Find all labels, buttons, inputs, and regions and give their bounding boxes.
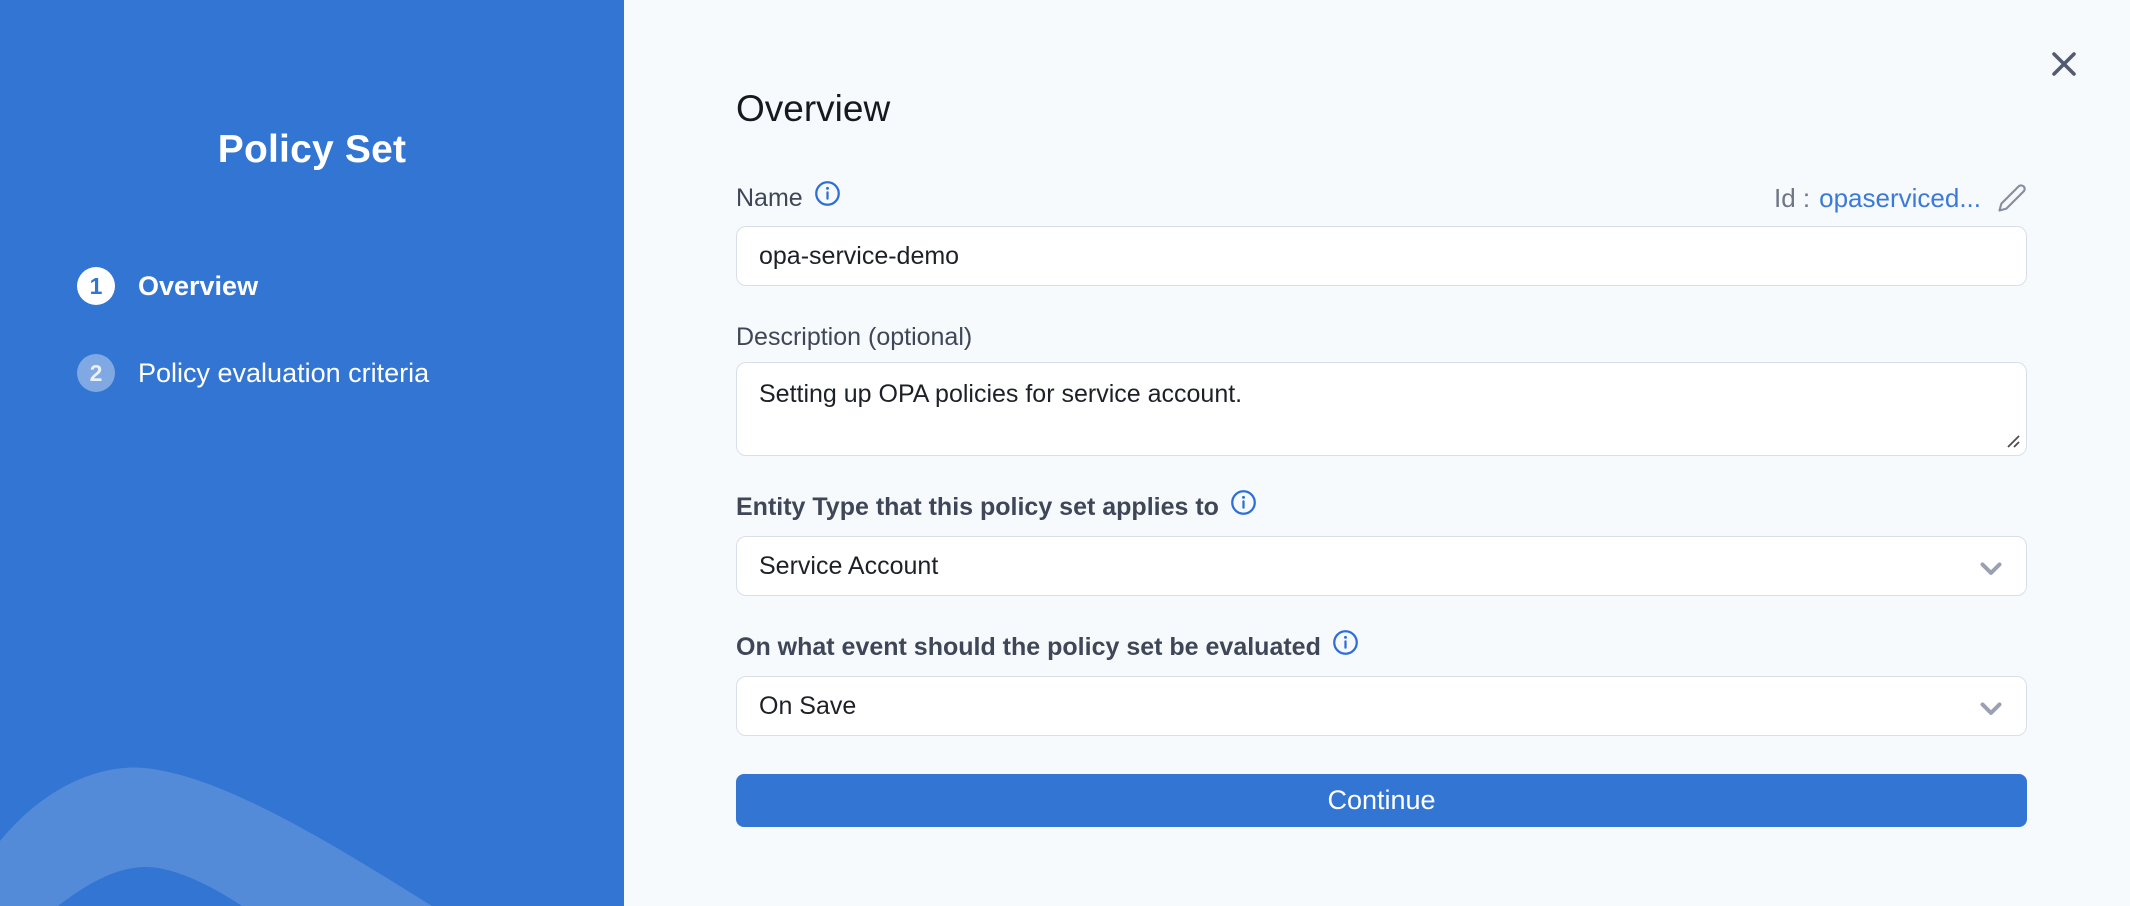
step-overview[interactable]: 1 Overview <box>77 267 429 305</box>
pencil-icon <box>1997 183 2027 213</box>
chevron-down-icon <box>1974 691 2008 730</box>
name-label-row: Name Id : opaserviced... <box>736 182 2027 214</box>
policy-set-modal: Policy Set 1 Overview 2 Policy evaluatio… <box>0 0 2130 906</box>
form-content: Overview Name Id : opaserviced... <box>736 0 2027 827</box>
overview-panel: Overview Name Id : opaserviced... <box>624 0 2130 906</box>
close-icon <box>2049 49 2079 79</box>
evaluation-event-selected-value: On Save <box>759 692 856 721</box>
sidebar: Policy Set 1 Overview 2 Policy evaluatio… <box>0 0 624 906</box>
description-label: Description (optional) <box>736 323 972 352</box>
info-icon[interactable] <box>1332 629 1359 656</box>
step-label: Overview <box>138 271 258 302</box>
evaluation-event-select[interactable]: On Save <box>736 676 2027 736</box>
entity-type-label: Entity Type that this policy set applies… <box>736 493 1219 522</box>
chevron-down-icon <box>1974 551 2008 590</box>
page-title: Overview <box>736 88 2027 130</box>
info-icon[interactable] <box>1230 489 1257 516</box>
close-button[interactable] <box>2040 40 2088 88</box>
info-icon[interactable] <box>814 180 841 207</box>
step-number-badge: 1 <box>77 267 115 305</box>
name-input[interactable] <box>736 226 2027 286</box>
step-number-badge: 2 <box>77 354 115 392</box>
id-row: Id : opaserviced... <box>1774 183 2027 214</box>
id-prefix-label: Id : <box>1774 183 1810 214</box>
decorative-wave <box>0 696 624 906</box>
step-policy-evaluation-criteria[interactable]: 2 Policy evaluation criteria <box>77 354 429 392</box>
step-label: Policy evaluation criteria <box>138 358 429 389</box>
description-textarea[interactable]: Setting up OPA policies for service acco… <box>736 362 2027 456</box>
edit-id-button[interactable] <box>1997 183 2027 213</box>
entity-type-select[interactable]: Service Account <box>736 536 2027 596</box>
name-label: Name <box>736 184 803 213</box>
sidebar-title: Policy Set <box>0 128 624 172</box>
entity-type-selected-value: Service Account <box>759 552 938 581</box>
evaluation-event-label: On what event should the policy set be e… <box>736 633 1321 662</box>
id-value-link[interactable]: opaserviced... <box>1819 183 1981 214</box>
step-list: 1 Overview 2 Policy evaluation criteria <box>77 267 429 441</box>
continue-button[interactable]: Continue <box>736 774 2027 827</box>
description-field-wrap: Setting up OPA policies for service acco… <box>736 362 2027 456</box>
